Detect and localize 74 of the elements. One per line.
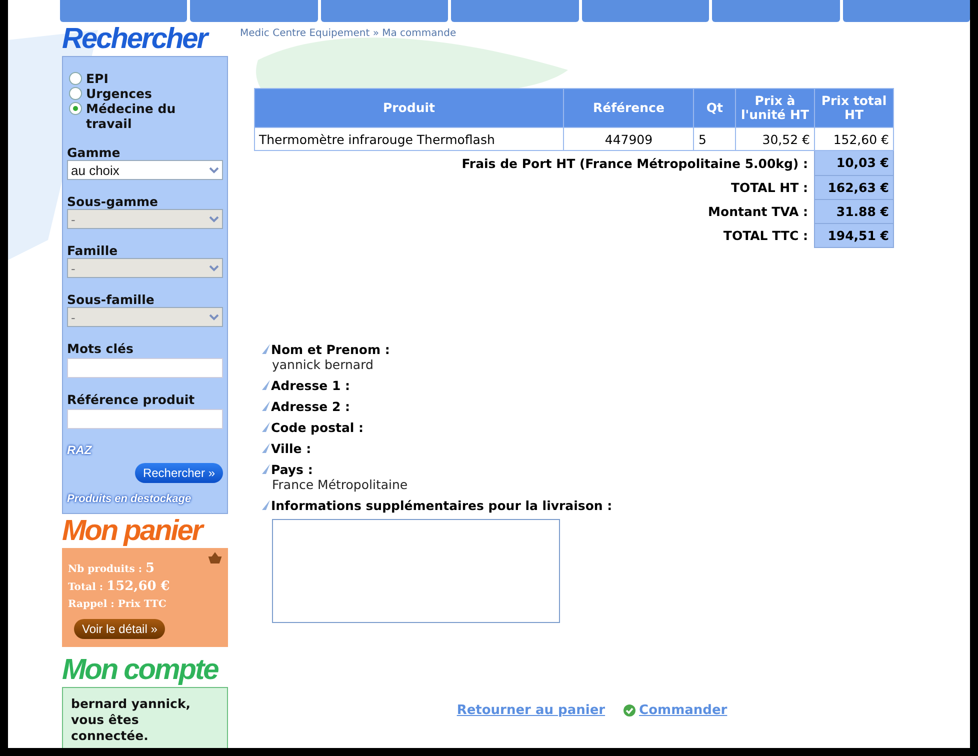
dropdown[interactable]: au choix <box>67 160 223 180</box>
address-label: Ville : <box>271 440 312 456</box>
radio-label: Urgences <box>86 86 152 101</box>
nav-tab[interactable] <box>60 0 188 22</box>
order-link[interactable]: Commander <box>623 702 728 718</box>
dropdown-caret-icon <box>209 215 219 223</box>
swoosh-icon <box>262 464 270 474</box>
field-label: Sous-famille <box>67 292 156 307</box>
swoosh-icon <box>262 500 270 510</box>
product-count: Nb produits : 5 <box>68 560 156 578</box>
summary-value: 194,51 € <box>814 223 894 247</box>
address-label: Pays : <box>271 462 313 476</box>
summary-value: 31.88 € <box>814 199 894 223</box>
address-value: yannick bernard <box>272 356 374 372</box>
search-button[interactable]: Rechercher » <box>134 463 223 483</box>
column-header: Référence <box>564 88 694 128</box>
nav-tab[interactable] <box>712 0 840 22</box>
basket-icon <box>208 552 222 564</box>
table-cell: Thermomètre infrarouge Thermoflash <box>254 128 564 150</box>
swoosh-icon <box>262 344 270 354</box>
address-label: Informations supplémentaires pour la livraison : <box>271 498 612 512</box>
radio-button[interactable] <box>69 72 82 85</box>
input-field[interactable] <box>67 409 223 429</box>
radio-button[interactable] <box>69 102 82 115</box>
breadcrumb: Medic Centre Equipement » Ma commande <box>240 28 456 39</box>
summary-label: TOTAL TTC : <box>254 223 814 247</box>
swoosh-icon <box>262 401 270 411</box>
swoosh-icon <box>262 443 270 453</box>
cart-heading: Mon panier <box>62 514 205 548</box>
summary-value: 10,03 € <box>814 150 894 175</box>
swoosh-icon <box>262 422 270 432</box>
field-label: Gamme <box>67 145 122 160</box>
check-icon <box>623 704 636 716</box>
table-cell: 30,52 € <box>736 128 814 150</box>
account-heading: Mon compte <box>62 653 220 687</box>
field-label: Famille <box>67 243 119 258</box>
field-label: Sous-gamme <box>67 194 160 209</box>
address-label: Code postal : <box>271 420 364 434</box>
details-button[interactable]: Voir le détail » <box>74 619 166 639</box>
column-header: Produit <box>254 88 564 128</box>
radio-label: EPI <box>86 71 108 86</box>
dropdown-caret-icon <box>209 313 219 321</box>
field-label: Référence produit <box>67 392 196 407</box>
nav-tab[interactable] <box>842 0 970 22</box>
summary-label: Frais de Port HT (France Métropolitaine 5.00kg) : <box>254 150 814 175</box>
nav-tab[interactable] <box>320 0 448 22</box>
cart-total: Total : 152,60 € <box>68 578 171 596</box>
address-label: Adresse 2 : <box>271 398 350 414</box>
delivery-notes-field[interactable] <box>272 518 560 622</box>
nav-tab[interactable] <box>582 0 710 22</box>
input-field[interactable] <box>67 358 223 378</box>
radio-label: Médecine du travail <box>86 101 177 131</box>
address-label: Nom et Prenom : <box>271 342 390 356</box>
address-value: France Métropolitaine <box>272 476 409 492</box>
dropdown-caret-icon <box>209 264 219 272</box>
nav-tab[interactable] <box>451 0 579 22</box>
column-header: Qt <box>694 88 736 128</box>
column-header: Prix total HT <box>814 88 894 128</box>
summary-value: 162,63 € <box>814 175 894 199</box>
address-label: Adresse 1 : <box>271 378 350 392</box>
summary-label: Montant TVA : <box>254 199 814 223</box>
table-cell: 5 <box>694 128 736 150</box>
price-note: Rappel : Prix TTC <box>68 598 168 612</box>
radio-button[interactable] <box>69 87 82 100</box>
login-message: bernard yannick, vous êtes connectée. <box>71 696 192 744</box>
column-header: Prix à l'unité HT <box>736 88 814 128</box>
back-to-cart-link[interactable]: Retourner au panier <box>456 702 606 718</box>
search-heading: Rechercher <box>62 22 210 56</box>
table-cell: 447909 <box>564 128 694 150</box>
swoosh-icon <box>262 380 270 390</box>
summary-label: TOTAL HT : <box>254 175 814 199</box>
field-label: Mots clés <box>67 341 134 356</box>
dropdown-caret-icon <box>209 166 219 174</box>
nav-tab[interactable] <box>190 0 318 22</box>
